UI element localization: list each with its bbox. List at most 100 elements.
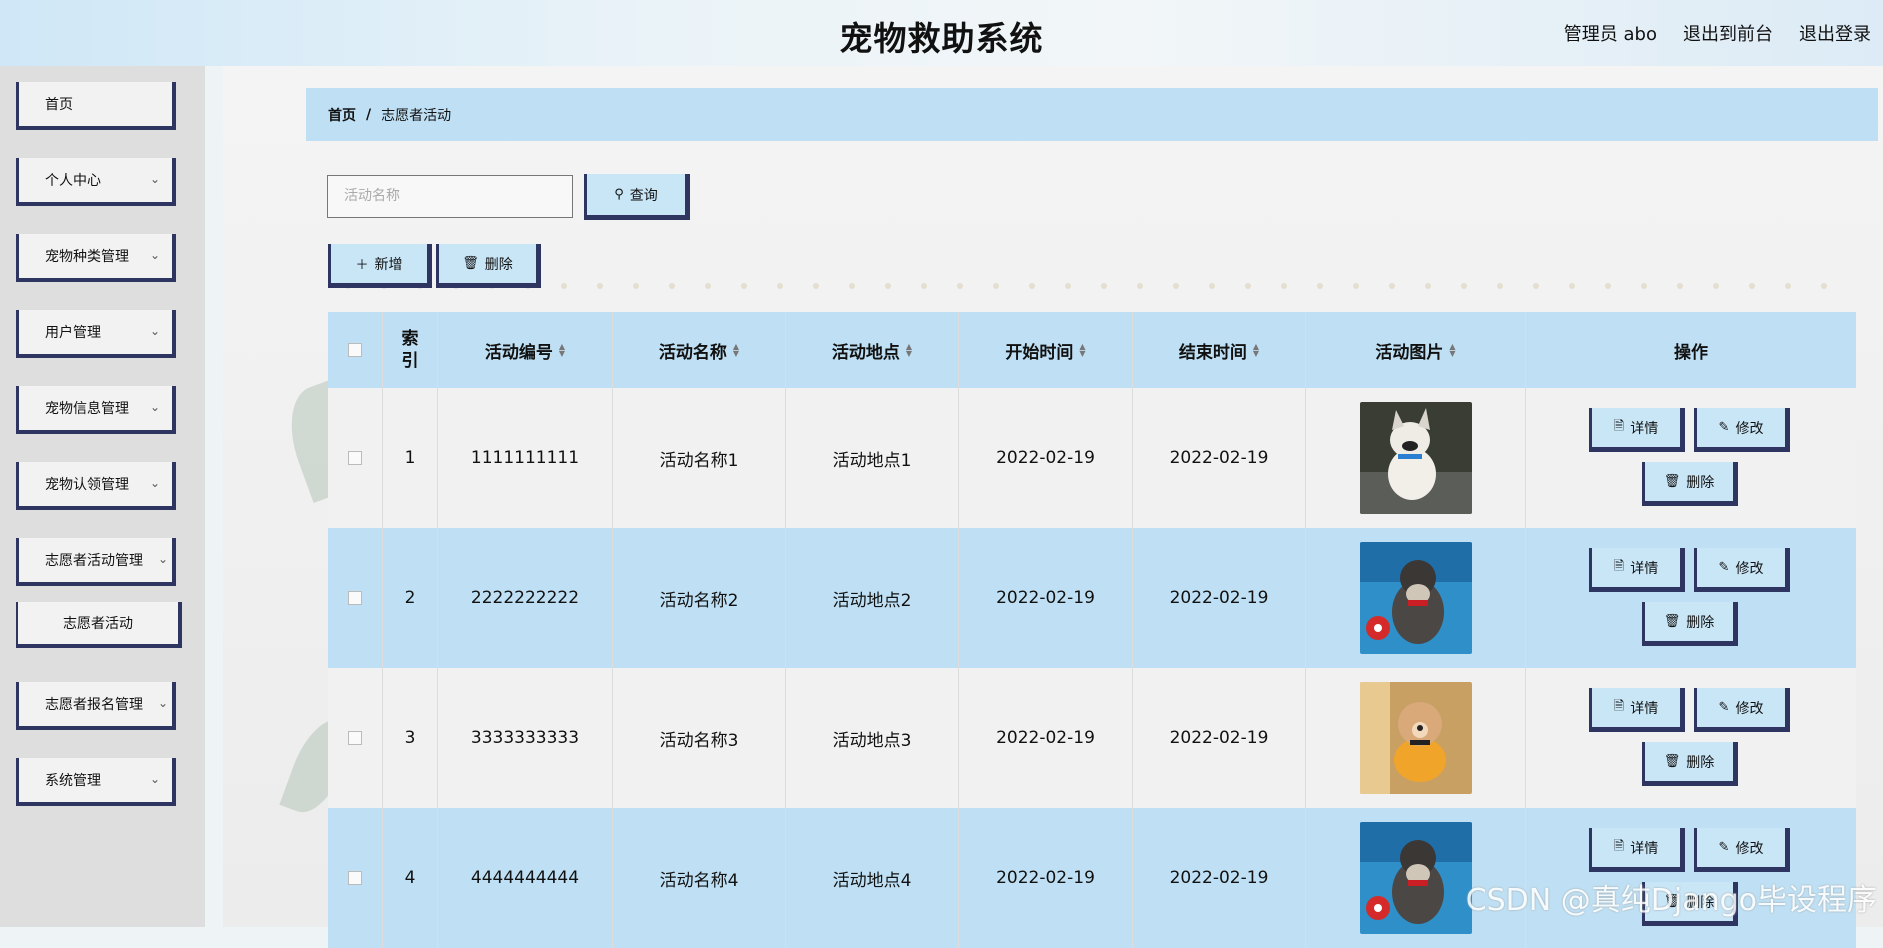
pencil-icon: ✎ <box>1718 420 1730 435</box>
header-name[interactable]: 活动名称 ▲ ▼ <box>613 312 786 388</box>
pencil-icon: ✎ <box>1718 560 1730 575</box>
row-checkbox[interactable] <box>348 871 362 885</box>
trash-icon: 🗑 <box>1663 474 1681 489</box>
chevron-down-icon: ⌄ <box>149 476 160 490</box>
row-delete-button-label: 删除 <box>1686 614 1715 631</box>
cell-code: 1111111111 <box>438 388 613 528</box>
document-icon: 🗎 <box>1613 698 1625 714</box>
pet-photo[interactable] <box>1359 822 1472 934</box>
edit-button[interactable]: ✎ 修改 <box>1694 828 1790 872</box>
detail-button[interactable]: 🗎 详情 <box>1589 548 1685 592</box>
edit-button[interactable]: ✎ 修改 <box>1694 548 1790 592</box>
detail-button-label: 详情 <box>1630 560 1659 577</box>
row-select-cell <box>328 808 383 948</box>
header-start-time[interactable]: 开始时间 ▲ ▼ <box>959 312 1133 388</box>
row-checkbox[interactable] <box>348 731 362 745</box>
header-label: 活动图片 <box>1375 342 1444 363</box>
header-label: 开始时间 <box>1005 342 1074 363</box>
pet-photo[interactable] <box>1359 402 1472 514</box>
header-label: 操作 <box>1674 342 1708 363</box>
breadcrumb-current: 志愿者活动 <box>381 107 452 124</box>
detail-button[interactable]: 🗎 详情 <box>1589 688 1685 732</box>
pet-photo[interactable] <box>1359 542 1472 654</box>
header-code[interactable]: 活动编号 ▲ ▼ <box>438 312 613 388</box>
cell-actions: 🗎 详情 ✎ 修改 🗑 删除 <box>1526 388 1856 528</box>
sidebar-item-personal-center[interactable]: 个人中心 ⌄ <box>16 158 176 206</box>
sidebar-item-home[interactable]: 首页 <box>16 82 176 130</box>
sidebar-item-label: 个人中心 <box>45 173 101 189</box>
detail-button[interactable]: 🗎 详情 <box>1589 828 1685 872</box>
sidebar-item-volunteer-activity[interactable]: 志愿者活动管理 ⌄ <box>16 538 176 586</box>
cell-name: 活动名称4 <box>613 808 786 948</box>
sidebar-item-pet-info[interactable]: 宠物信息管理 ⌄ <box>16 386 176 434</box>
document-icon: 🗎 <box>1613 838 1625 854</box>
header-select-all <box>328 312 383 388</box>
edit-button[interactable]: ✎ 修改 <box>1694 408 1790 452</box>
sidebar-subitem-volunteer-activity[interactable]: 志愿者活动 <box>16 602 182 648</box>
cell-actions: 🗎 详情 ✎ 修改 🗑 删除 <box>1526 668 1856 808</box>
activity-name-search-input[interactable]: 活动名称 <box>327 175 573 218</box>
detail-button[interactable]: 🗎 详情 <box>1589 408 1685 452</box>
cell-end-time: 2022-02-19 <box>1133 808 1306 948</box>
query-button[interactable]: ⚲ 查询 <box>584 174 690 220</box>
header-place[interactable]: 活动地点 ▲ ▼ <box>786 312 959 388</box>
cell-place: 活动地点4 <box>786 808 959 948</box>
header-label: 索引 <box>401 329 419 371</box>
sidebar-item-pet-category[interactable]: 宠物种类管理 ⌄ <box>16 234 176 282</box>
sidebar-item-volunteer-signup[interactable]: 志愿者报名管理 ⌄ <box>16 682 176 730</box>
edit-button-label: 修改 <box>1735 560 1764 577</box>
header-links: 管理员 abo 退出到前台 退出登录 <box>1564 20 1871 46</box>
sidebar-item-label: 系统管理 <box>45 773 101 789</box>
pet-photo[interactable] <box>1359 682 1472 794</box>
header-image[interactable]: 活动图片 ▲ ▼ <box>1306 312 1526 388</box>
header-label: 结束时间 <box>1178 342 1247 363</box>
row-select-cell <box>328 388 383 528</box>
admin-user-label[interactable]: 管理员 abo <box>1564 20 1657 46</box>
dot-decoration <box>330 282 1840 290</box>
cell-index: 3 <box>383 668 438 808</box>
document-icon: 🗎 <box>1613 558 1625 574</box>
batch-delete-button[interactable]: 🗑 删除 <box>436 244 541 288</box>
edit-button[interactable]: ✎ 修改 <box>1694 688 1790 732</box>
sidebar-item-label: 用户管理 <box>45 325 101 341</box>
sidebar-item-label: 志愿者报名管理 <box>45 697 143 713</box>
chevron-down-icon: ⌄ <box>149 400 160 414</box>
row-checkbox[interactable] <box>348 591 362 605</box>
sidebar-item-label: 宠物种类管理 <box>45 249 129 265</box>
cell-place: 活动地点3 <box>786 668 959 808</box>
sort-icon[interactable]: ▲ ▼ <box>1449 343 1455 358</box>
select-all-checkbox[interactable] <box>348 343 362 357</box>
sort-icon[interactable]: ▲ ▼ <box>1079 343 1085 358</box>
cell-start-time: 2022-02-19 <box>959 808 1133 948</box>
edit-button-label: 修改 <box>1735 700 1764 717</box>
header-end-time[interactable]: 结束时间 ▲ ▼ <box>1133 312 1306 388</box>
sort-icon[interactable]: ▲ ▼ <box>733 343 739 358</box>
pencil-icon: ✎ <box>1718 700 1730 715</box>
row-delete-button[interactable]: 🗑 删除 <box>1642 462 1738 506</box>
sidebar-item-users[interactable]: 用户管理 ⌄ <box>16 310 176 358</box>
logout-link[interactable]: 退出登录 <box>1799 20 1871 46</box>
sort-icon[interactable]: ▲ ▼ <box>559 343 565 358</box>
row-delete-button[interactable]: 🗑 删除 <box>1642 602 1738 646</box>
exit-to-front-link[interactable]: 退出到前台 <box>1683 20 1773 46</box>
sort-icon[interactable]: ▲ ▼ <box>906 343 912 358</box>
cell-code: 2222222222 <box>438 528 613 668</box>
add-button-label: 新增 <box>374 256 403 273</box>
sidebar-item-label: 志愿者活动管理 <box>45 553 143 569</box>
row-delete-button-label: 删除 <box>1686 754 1715 771</box>
sidebar-item-pet-claim[interactable]: 宠物认领管理 ⌄ <box>16 462 176 510</box>
cell-end-time: 2022-02-19 <box>1133 528 1306 668</box>
cell-image <box>1306 528 1526 668</box>
watermark: CSDN @真纯Django毕设程序 <box>1465 883 1877 918</box>
cell-index: 2 <box>383 528 438 668</box>
row-delete-button[interactable]: 🗑 删除 <box>1642 742 1738 786</box>
search-placeholder: 活动名称 <box>344 188 400 204</box>
sidebar-item-system[interactable]: 系统管理 ⌄ <box>16 758 176 806</box>
sidebar-item-label: 宠物认领管理 <box>45 477 129 493</box>
cell-start-time: 2022-02-19 <box>959 668 1133 808</box>
add-button[interactable]: ＋ 新增 <box>328 244 432 288</box>
sort-icon[interactable]: ▲ ▼ <box>1253 343 1259 358</box>
breadcrumb-home[interactable]: 首页 <box>328 105 356 125</box>
row-checkbox[interactable] <box>348 451 362 465</box>
sidebar-subitem-label: 志愿者活动 <box>63 616 133 632</box>
